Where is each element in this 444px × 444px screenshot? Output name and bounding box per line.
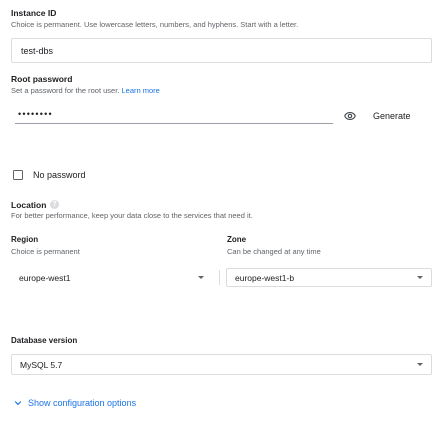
region-value: europe-west1 bbox=[19, 272, 71, 283]
region-zone-divider bbox=[219, 270, 220, 285]
zone-label: Zone bbox=[227, 235, 247, 244]
region-select[interactable]: europe-west1 bbox=[11, 268, 212, 287]
database-version-value: MySQL 5.7 bbox=[20, 359, 63, 370]
root-password-label: Root password bbox=[11, 74, 73, 84]
password-input[interactable]: •••••••• bbox=[18, 109, 53, 119]
no-password-checkbox[interactable] bbox=[13, 170, 23, 180]
chevron-down-icon bbox=[14, 401, 22, 406]
help-icon[interactable]: ? bbox=[50, 200, 59, 209]
no-password-label: No password bbox=[33, 170, 86, 180]
show-configuration-options-label: Show configuration options bbox=[28, 398, 137, 408]
chevron-down-icon bbox=[417, 276, 423, 279]
zone-helper: Can be changed at any time bbox=[227, 247, 321, 256]
eye-icon[interactable] bbox=[344, 110, 356, 122]
zone-value: europe-west1-b bbox=[235, 272, 295, 283]
region-label: Region bbox=[11, 235, 39, 244]
instance-id-helper: Choice is permanent. Use lowercase lette… bbox=[11, 20, 299, 29]
region-helper: Choice is permanent bbox=[11, 247, 80, 256]
database-version-select[interactable]: MySQL 5.7 bbox=[11, 354, 432, 375]
show-configuration-options-button[interactable]: Show configuration options bbox=[14, 398, 136, 408]
location-label: Location bbox=[11, 200, 47, 210]
instance-id-field[interactable] bbox=[11, 38, 432, 63]
generate-button[interactable]: Generate bbox=[373, 111, 411, 121]
database-version-label: Database version bbox=[11, 336, 78, 345]
chevron-down-icon bbox=[417, 363, 423, 366]
chevron-down-icon bbox=[198, 276, 204, 279]
instance-id-label: Instance ID bbox=[11, 8, 57, 18]
learn-more-link[interactable]: Learn more bbox=[122, 86, 160, 95]
root-password-helper-text: Set a password for the root user. bbox=[11, 86, 120, 95]
instance-id-input[interactable] bbox=[21, 45, 422, 56]
location-helper: For better performance, keep your data c… bbox=[11, 211, 253, 220]
zone-select[interactable]: europe-west1-b bbox=[226, 268, 432, 287]
password-underline bbox=[15, 123, 333, 124]
root-password-helper: Set a password for the root user. Learn … bbox=[11, 86, 160, 95]
